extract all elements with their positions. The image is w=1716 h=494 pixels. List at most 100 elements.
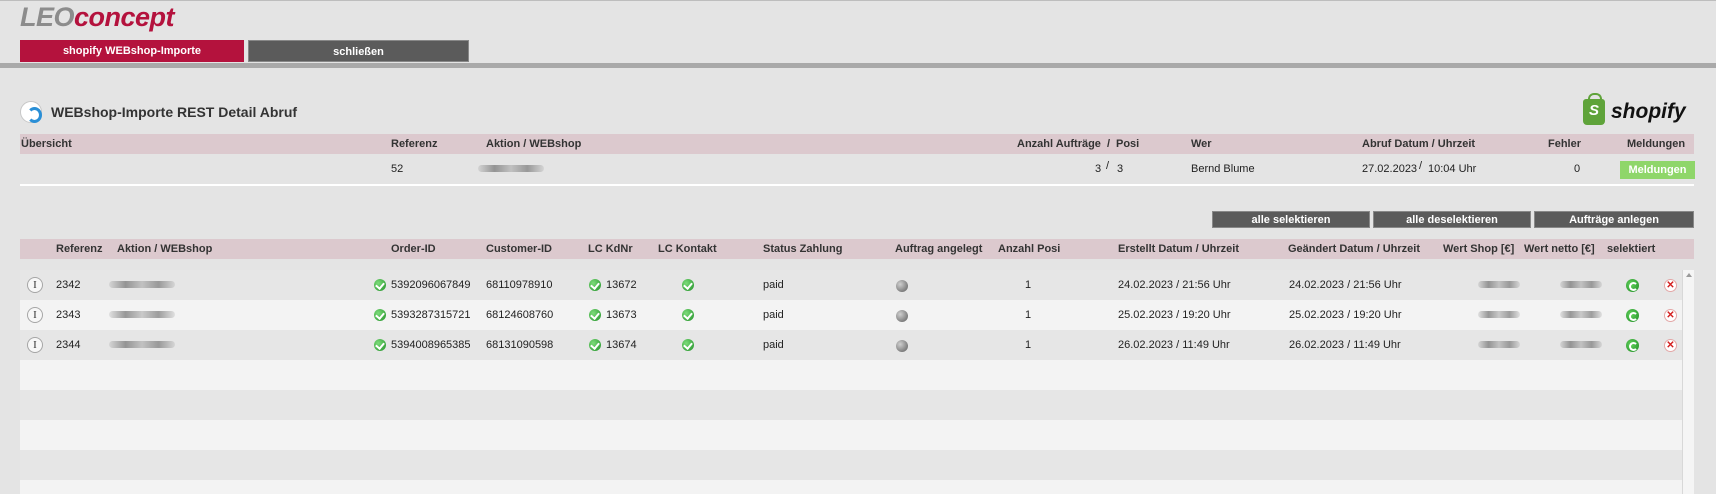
leoconcept-logo: LEOconcept [20,2,175,32]
col-header-lc-contact: LC Kontakt [658,243,717,255]
summary-header-messages: Meldungen [1627,138,1686,150]
empty-table-row [20,390,1682,420]
row-value-shop-redacted [1478,311,1520,318]
selected-toggle-icon[interactable] [1626,339,1639,352]
row-created: 26.02.2023 / 11:49 Uhr [1118,339,1230,351]
check-ok-icon [374,279,386,291]
status-grey-icon [896,280,908,292]
row-reference: 2343 [56,309,81,321]
row-customer-id: 68110978910 [486,279,553,291]
summary-errors: 0 [1574,163,1581,175]
messages-button[interactable]: Meldungen [1620,161,1695,179]
check-ok-icon [374,309,386,321]
row-customer-id: 68131090598 [486,339,554,351]
summary-header-posi: Posi [1116,138,1140,150]
col-header-order-id: Order-ID [391,243,436,255]
check-ok-icon [589,339,601,351]
row-order-id: 5392096067849 [391,279,471,291]
row-value-shop-redacted [1478,281,1520,288]
col-header-value-shop: Wert Shop [€] [1443,243,1515,255]
summary-header-who: Wer [1191,138,1212,150]
row-action-redacted [109,311,175,318]
col-header-payment-status: Status Zahlung [763,243,843,255]
check-ok-icon [682,339,694,351]
tab-shopify-webshop-imports[interactable]: shopify WEBshop-Importe [20,40,244,62]
row-value-net-redacted [1560,281,1602,288]
selected-toggle-icon[interactable] [1626,279,1639,292]
summary-header-reference: Referenz [391,138,438,150]
row-created: 25.02.2023 / 19:20 Uhr [1118,309,1231,321]
col-header-action: Aktion / WEBshop [117,243,213,255]
empty-table-row [20,450,1682,480]
row-action-redacted [109,341,175,348]
summary-divider [20,184,1694,186]
row-reference: 2344 [56,339,81,351]
summary-header-overview: Übersicht [21,138,72,150]
delete-icon[interactable]: ✕ [1664,279,1677,292]
row-order-id: 5394008965385 [391,339,471,351]
col-header-value-net: Wert netto [€] [1524,243,1595,255]
row-posi-count: 1 [1025,279,1032,291]
summary-posi: 3 [1117,163,1124,175]
col-header-changed: Geändert Datum / Uhrzeit [1288,243,1421,255]
row-reference: 2342 [56,279,81,291]
row-value-net-redacted [1560,311,1602,318]
col-header-order-created: Auftrag angelegt [895,243,983,255]
table-scrollbar[interactable] [1682,270,1694,494]
check-ok-icon [682,309,694,321]
row-changed: 24.02.2023 / 21:56 Uhr [1289,279,1402,291]
deselect-all-button[interactable]: alle deselektieren [1373,211,1531,228]
col-header-customer-id: Customer-ID [486,243,553,255]
summary-header-action: Aktion / WEBshop [486,138,582,150]
shopify-logo: shopify [1583,93,1691,129]
shopify-bag-icon [1583,93,1605,125]
summary-time-separator: / [1419,160,1423,172]
col-header-created: Erstellt Datum / Uhrzeit [1118,243,1240,255]
table-row[interactable] [20,330,1682,360]
row-posi-count: 1 [1025,339,1032,351]
check-ok-icon [682,279,694,291]
row-lc-kdnr: 13674 [606,339,637,351]
row-created: 24.02.2023 / 21:56 Uhr [1118,279,1231,291]
row-order-id: 5393287315721 [391,309,471,321]
info-button[interactable]: I [27,337,43,353]
status-grey-icon [896,340,908,352]
empty-table-row [20,420,1682,450]
row-changed: 26.02.2023 / 11:49 Uhr [1289,339,1401,351]
table-row[interactable] [20,270,1682,300]
summary-header-date: Abruf Datum / Uhrzeit [1362,138,1476,150]
top-border [0,0,1716,1]
row-payment-status: paid [763,309,784,321]
check-ok-icon [589,309,601,321]
close-button[interactable]: schließen [248,40,469,62]
delete-icon[interactable]: ✕ [1664,339,1677,352]
row-changed: 25.02.2023 / 19:20 Uhr [1289,309,1402,321]
summary-header-slash: / [1107,138,1111,150]
summary-action-redacted [478,165,544,172]
table-row[interactable] [20,300,1682,330]
row-action-redacted [109,281,175,288]
summary-time: 10:04 Uhr [1428,163,1477,175]
check-ok-icon [374,339,386,351]
select-all-button[interactable]: alle selektieren [1212,211,1370,228]
delete-icon[interactable]: ✕ [1664,309,1677,322]
info-button[interactable]: I [27,277,43,293]
status-grey-icon [896,310,908,322]
summary-who: Bernd Blume [1191,163,1255,175]
row-value-shop-redacted [1478,341,1520,348]
row-lc-kdnr: 13673 [606,309,637,321]
col-header-posi-count: Anzahl Posi [998,243,1061,255]
info-button[interactable]: I [27,307,43,323]
summary-reference: 52 [391,163,404,175]
create-orders-button[interactable]: Aufträge anlegen [1534,211,1694,228]
row-value-net-redacted [1560,341,1602,348]
col-header-reference: Referenz [56,243,103,255]
row-payment-status: paid [763,279,784,291]
empty-table-row [20,360,1682,390]
selected-toggle-icon[interactable] [1626,309,1639,322]
summary-header-orders: Anzahl Aufträge [1017,138,1101,150]
empty-table-row [20,480,1682,494]
header-separator [0,63,1716,68]
row-payment-status: paid [763,339,784,351]
back-refresh-icon[interactable] [20,101,42,123]
